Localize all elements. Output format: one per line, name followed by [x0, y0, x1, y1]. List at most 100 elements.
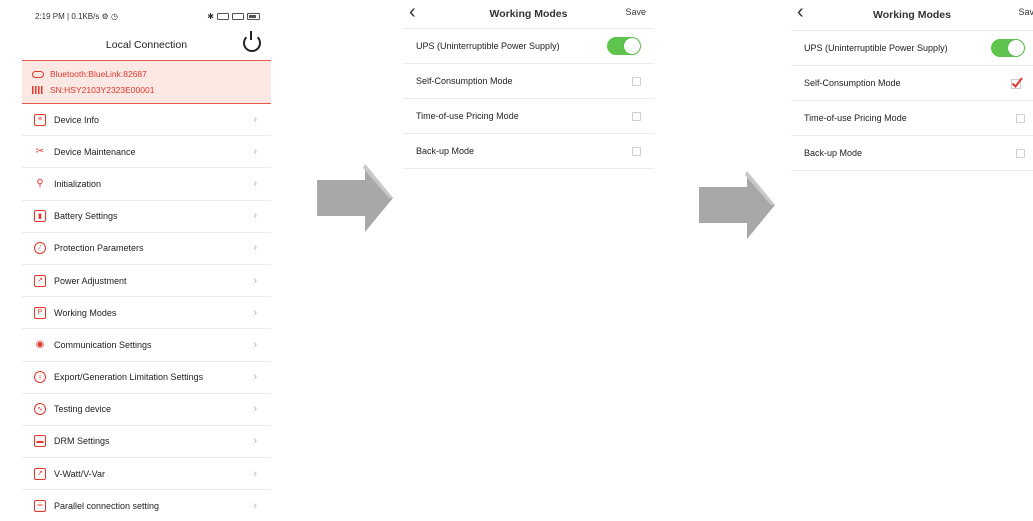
info-icon: i: [34, 371, 46, 384]
status-bar: 2:19 PM | 0.1KB/s ⚙ ◷ ✱: [22, 0, 271, 33]
signal-icon: [217, 13, 229, 20]
self-consumption-checkbox-checked[interactable]: [1011, 77, 1023, 89]
settings-menu: ≡ Device Info › ✂ Device Maintenance › ⚲ Init…: [22, 104, 271, 521]
page-header: ‹ Working Modes Save: [403, 0, 654, 28]
mode-row-back-up: Back-up Mode: [403, 134, 654, 169]
chart-icon: ↗: [34, 274, 46, 287]
chevron-right-icon: ›: [253, 371, 257, 384]
back-chevron-icon[interactable]: ‹: [409, 2, 416, 22]
bluetooth-name: Bluetooth:BlueLink:82687: [50, 69, 147, 79]
save-button[interactable]: Save: [625, 7, 646, 17]
chevron-right-icon: ›: [253, 467, 257, 480]
menu-item-power-adjustment[interactable]: ↗ Power Adjustment ›: [22, 265, 271, 298]
page-title: Local Connection: [105, 39, 188, 51]
chevron-right-icon: ›: [253, 242, 257, 255]
mode-row-time-of-use: Time-of-use Pricing Mode: [791, 101, 1033, 136]
ups-toggle[interactable]: [607, 37, 641, 55]
mode-list: UPS (Uninterruptible Power Supply) Self-…: [791, 30, 1033, 171]
menu-item-label: Communication Settings: [54, 339, 152, 350]
mode-row-ups: UPS (Uninterruptible Power Supply): [791, 31, 1033, 66]
chevron-right-icon: ›: [253, 306, 257, 319]
ups-toggle[interactable]: [991, 39, 1025, 57]
menu-item-label: Protection Parameters: [54, 243, 144, 254]
chevron-right-icon: ›: [253, 499, 257, 512]
chevron-right-icon: ›: [253, 210, 257, 223]
menu-item-label: Working Modes: [54, 307, 117, 318]
menu-item-device-maintenance[interactable]: ✂ Device Maintenance ›: [22, 136, 271, 169]
next-step-arrow-icon: [699, 171, 775, 239]
page-title: Working Modes: [489, 8, 568, 20]
chevron-right-icon: ›: [253, 177, 257, 190]
menu-item-label: Export/Generation Limitation Settings: [54, 372, 204, 383]
menu-item-working-modes[interactable]: P Working Modes ›: [22, 297, 271, 330]
menu-item-export-limitation[interactable]: i Export/Generation Limitation Settings ›: [22, 362, 271, 394]
save-button[interactable]: Save: [1018, 7, 1033, 17]
parallel-icon: ═: [34, 499, 46, 512]
test-icon: ∿: [34, 403, 46, 416]
next-step-arrow-icon: [317, 164, 393, 232]
serial-line: SN:HSY2103Y2323E00001: [32, 82, 261, 98]
graph-icon: ↗: [34, 467, 46, 480]
chevron-right-icon: ›: [253, 113, 257, 126]
device-info-icon: ≡: [34, 113, 46, 126]
menu-item-label: Battery Settings: [54, 211, 118, 222]
forbidden-icon: ⁄: [34, 242, 46, 255]
menu-item-v-watt-v-var[interactable]: ↗ V-Watt/V-Var ›: [22, 458, 271, 491]
connection-info-box: Bluetooth:BlueLink:82687 SN:HSY2103Y2323…: [22, 60, 271, 104]
chevron-right-icon: ›: [253, 145, 257, 158]
tools-icon: ✂: [35, 145, 45, 157]
mode-row-ups: UPS (Uninterruptible Power Supply): [403, 29, 654, 64]
menu-item-communication-settings[interactable]: ◉ Communication Settings ›: [22, 329, 271, 362]
menu-item-testing-device[interactable]: ∿ Testing device ›: [22, 394, 271, 426]
mode-list: UPS (Uninterruptible Power Supply) Self-…: [403, 28, 654, 169]
mode-label: Back-up Mode: [416, 146, 475, 156]
mode-row-self-consumption: Self-Consumption Mode: [403, 64, 654, 99]
status-icons: ✱: [207, 12, 260, 21]
menu-item-label: DRM Settings: [54, 436, 110, 447]
working-modes-screen-after: ‹ Working Modes Save UPS (Uninterruptibl…: [791, 0, 1033, 178]
chevron-right-icon: ›: [253, 403, 257, 416]
mode-label: Self-Consumption Mode: [804, 78, 901, 88]
page-title: Working Modes: [873, 9, 951, 21]
person-icon: ⚲: [36, 177, 44, 189]
menu-item-device-info[interactable]: ≡ Device Info ›: [22, 104, 271, 137]
chevron-right-icon: ›: [253, 435, 257, 448]
local-connection-screen: 2:19 PM | 0.1KB/s ⚙ ◷ ✱ Local Connection…: [22, 0, 271, 521]
page-header: ‹ Working Modes Save: [791, 0, 1033, 30]
mode-row-self-consumption: Self-Consumption Mode: [791, 66, 1033, 101]
menu-item-initialization[interactable]: ⚲ Initialization ›: [22, 168, 271, 201]
menu-item-label: Device Info: [54, 114, 100, 125]
menu-item-label: Power Adjustment: [54, 275, 127, 286]
time-of-use-checkbox[interactable]: [1016, 113, 1025, 123]
working-modes-screen-before: ‹ Working Modes Save UPS (Uninterruptibl…: [403, 0, 654, 175]
menu-item-battery-settings[interactable]: ▮ Battery Settings ›: [22, 201, 271, 233]
mode-label: UPS (Uninterruptible Power Supply): [804, 43, 948, 53]
menu-item-parallel-connection[interactable]: ═ Parallel connection setting ›: [22, 490, 271, 521]
drm-icon: ▬: [34, 435, 46, 448]
back-chevron-icon[interactable]: ‹: [797, 2, 804, 22]
menu-item-drm-settings[interactable]: ▬ DRM Settings ›: [22, 426, 271, 459]
bluetooth-status-icon: ✱: [207, 12, 214, 21]
antenna-icon: ◉: [35, 338, 45, 350]
battery-icon: ▮: [34, 210, 46, 223]
chevron-right-icon: ›: [253, 338, 257, 351]
page-header: Local Connection: [22, 31, 271, 57]
self-consumption-checkbox[interactable]: [632, 76, 641, 86]
mode-icon: P: [34, 306, 46, 319]
back-up-checkbox[interactable]: [632, 146, 641, 156]
menu-item-label: Initialization: [54, 178, 102, 189]
mode-label: Time-of-use Pricing Mode: [804, 113, 907, 123]
menu-item-label: V-Watt/V-Var: [54, 468, 106, 479]
menu-item-protection-parameters[interactable]: ⁄ Protection Parameters ›: [22, 233, 271, 265]
power-icon[interactable]: [243, 31, 261, 52]
back-up-checkbox[interactable]: [1016, 148, 1025, 158]
bluetooth-line: Bluetooth:BlueLink:82687: [32, 66, 261, 82]
time-of-use-checkbox[interactable]: [632, 111, 641, 121]
battery-icon: [247, 13, 260, 20]
status-time: 2:19 PM | 0.1KB/s ⚙ ◷: [35, 12, 118, 21]
chevron-right-icon: ›: [253, 274, 257, 287]
signal-icon: [232, 13, 244, 20]
link-icon: [32, 70, 44, 78]
barcode-icon: [32, 86, 44, 94]
mode-label: Time-of-use Pricing Mode: [416, 111, 519, 121]
